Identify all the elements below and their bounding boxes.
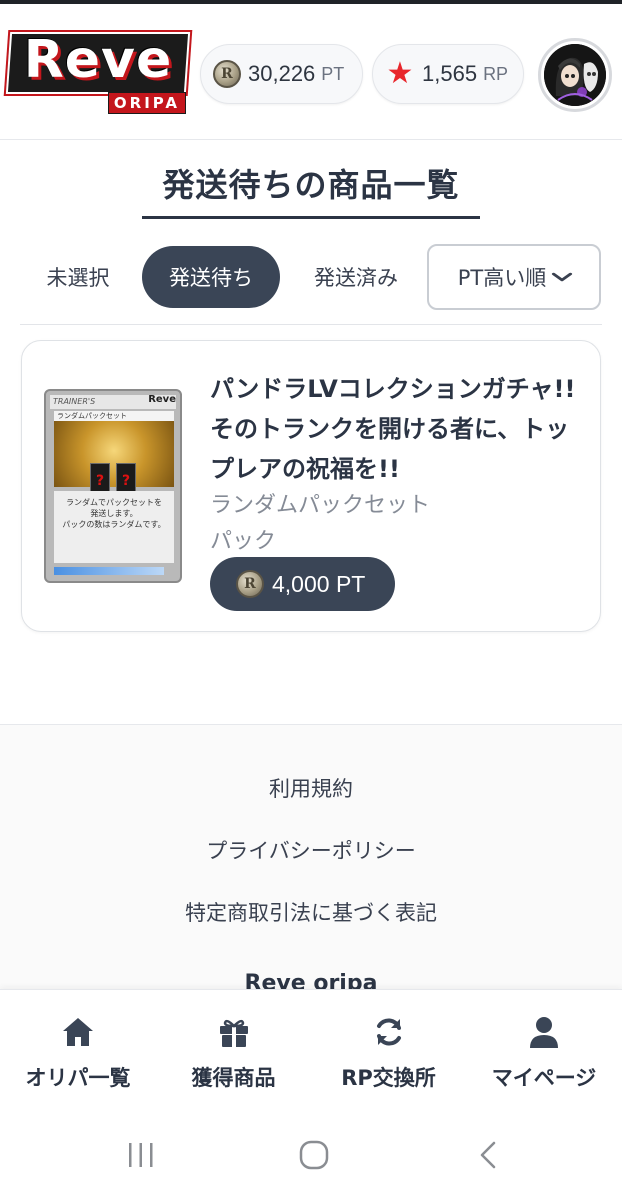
sort-label: PT高い順 [457,266,547,290]
refresh-icon [376,1018,401,1046]
logo-sub: ORIPA [107,92,186,114]
terms-link[interactable]: 利用規約 [0,773,622,803]
nav-my-page[interactable]: マイページ [466,1010,622,1100]
coin-icon: R [236,570,264,598]
tab-pending-shipment[interactable]: 発送待ち [142,246,280,308]
home-button-icon[interactable] [298,1139,330,1171]
avatar[interactable] [538,38,612,112]
title-underline [142,216,480,219]
product-type: パック [210,529,277,554]
price-badge: R 4,000 PT [210,557,395,611]
tab-shipped[interactable]: 発送済み [296,246,416,308]
card-image-text: ランダムでパックセットを 発送します。 パックの数はランダムです。 [54,491,174,563]
home-icon [63,1018,93,1046]
nav-rp-exchange[interactable]: RP交換所 [311,1010,466,1100]
nav-label: 獲得商品 [191,1066,276,1090]
pt-balance-unit: PT [321,63,345,84]
nav-label: オリパ一覧 [25,1066,131,1090]
card-image-text-line: パックの数はランダムです。 [62,520,166,529]
star-icon: ★ [386,56,414,91]
back-icon[interactable] [476,1139,500,1171]
nav-label: マイページ [491,1066,597,1090]
system-nav-bar [0,1111,622,1200]
pt-balance-value: 30,226 [248,61,316,86]
sort-dropdown[interactable]: PT高い順 [427,244,601,310]
recent-apps-icon[interactable] [126,1139,156,1171]
user-icon [530,1017,558,1048]
app-header: Reve ORIPA R 30,226 PT ★ 1,565 RP [0,4,622,140]
avatar-illustration [544,44,606,106]
card-image-text-line: ランダムでパックセットを [66,498,162,507]
reve-oripa-logo[interactable]: Reve ORIPA [5,30,191,116]
bottom-nav: オリパ一覧 獲得商品 RP交換所 マイページ [0,989,622,1111]
card-image-art: ? ? [54,421,174,497]
rp-balance[interactable]: ★ 1,565 RP [372,44,524,104]
rp-balance-value: 1,565 [422,61,478,86]
gift-icon [219,1019,248,1047]
card-image-bar [54,567,164,575]
avatar-image [544,44,606,106]
card-image-text-line: 発送します。 [90,509,138,518]
commercial-law-link[interactable]: 特定商取引法に基づく表記 [0,897,622,927]
rp-balance-unit: RP [483,63,509,84]
logo-text: Reve [23,30,173,90]
nav-oripa-list[interactable]: オリパ一覧 [0,1010,156,1100]
nav-label: RP交換所 [341,1066,436,1090]
card-image-name: ランダムパックセット [54,411,174,421]
site-footer: 利用規約 プライバシーポリシー 特定商取引法に基づく表記 Reve oripa [0,724,622,1000]
privacy-policy-link[interactable]: プライバシーポリシー [0,835,622,865]
tab-unselected[interactable]: 未選択 [28,246,128,308]
pt-balance[interactable]: R 30,226 PT [200,44,363,104]
chevron-down-icon [552,272,573,282]
product-subtitle: ランダムパックセット [210,493,431,518]
price-value: 4,000 PT [272,570,366,597]
nav-acquired-items[interactable]: 獲得商品 [156,1010,311,1100]
tabs-divider [20,324,602,325]
coin-icon: R [213,60,241,88]
card-image-brand: Reve [148,394,176,405]
product-image[interactable]: TRAINER'S Reve ランダムパックセット ? ? ランダムでパックセッ… [44,389,182,583]
product-card[interactable]: TRAINER'S Reve ランダムパックセット ? ? ランダムでパックセッ… [21,340,601,632]
product-title: パンドラLVコレクションガチャ!! そのトランクを開ける者に、トップレアの祝福を… [210,375,576,483]
page-title: 発送待ちの商品一覧 [162,166,460,204]
